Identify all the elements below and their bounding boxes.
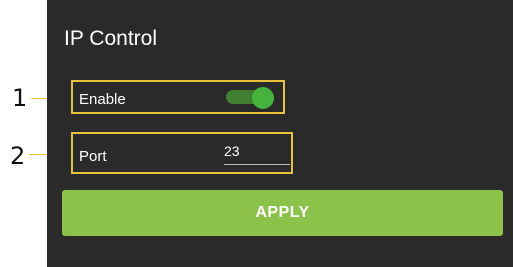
callout-number-2: 2 bbox=[10, 142, 26, 170]
callout-number-1: 1 bbox=[12, 84, 28, 112]
panel-title: IP Control bbox=[64, 27, 157, 50]
enable-label: Enable bbox=[79, 91, 126, 108]
apply-button[interactable]: APPLY bbox=[62, 190, 503, 236]
port-input[interactable] bbox=[224, 140, 290, 165]
toggle-thumb bbox=[252, 87, 274, 109]
enable-toggle[interactable] bbox=[226, 87, 274, 109]
port-label: Port bbox=[79, 148, 107, 165]
ip-control-panel: IP Control Enable Port APPLY bbox=[47, 0, 513, 267]
